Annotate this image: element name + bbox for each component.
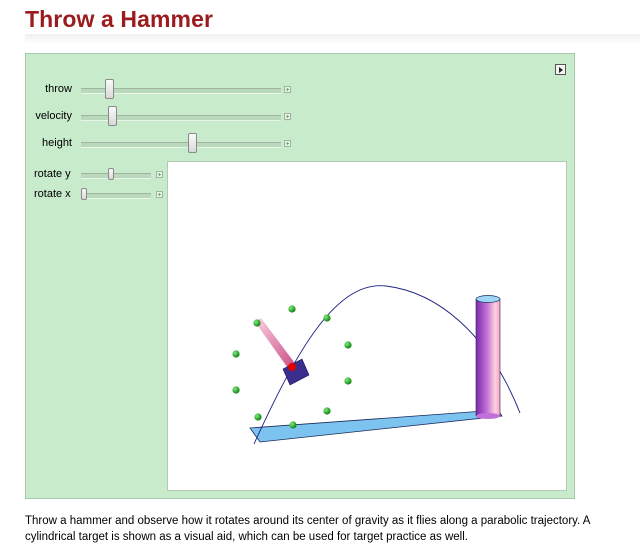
- demonstration-panel: throw velocity height rotate y rotate x: [25, 53, 575, 499]
- height-plus-icon[interactable]: [284, 140, 291, 147]
- title-divider: [25, 34, 640, 44]
- height-slider-track[interactable]: [81, 142, 281, 148]
- hammer: [255, 318, 310, 386]
- description-text: Throw a hammer and observe how it rotate…: [25, 515, 590, 543]
- ground-plane: [249, 409, 503, 443]
- rotate-x-plus-icon[interactable]: [156, 191, 163, 198]
- marker-point: [323, 407, 331, 415]
- marker-point: [232, 386, 240, 394]
- marker-point: [289, 421, 297, 429]
- marker-point: [323, 314, 331, 322]
- rotate-y-plus-icon[interactable]: [156, 171, 163, 178]
- marker-point: [232, 350, 240, 358]
- velocity-plus-icon[interactable]: [284, 113, 291, 120]
- marker-point: [344, 341, 352, 349]
- 3d-viewport[interactable]: [167, 161, 567, 491]
- marker-point: [254, 413, 262, 421]
- throw-plus-icon[interactable]: [284, 86, 291, 93]
- rotate-x-slider-thumb[interactable]: [81, 188, 87, 200]
- height-slider-thumb[interactable]: [188, 133, 197, 153]
- marker-point: [344, 377, 352, 385]
- play-icon[interactable]: [555, 64, 566, 75]
- scene-graphic: [232, 285, 521, 445]
- rotate-x-slider-track[interactable]: [81, 193, 151, 199]
- velocity-slider-thumb[interactable]: [108, 106, 117, 126]
- marker-point: [253, 319, 261, 327]
- throw-label: throw: [45, 83, 72, 95]
- center-of-gravity: [288, 363, 296, 371]
- marker-point: [288, 305, 296, 313]
- page-title: Throw a Hammer: [25, 6, 214, 32]
- rotate-y-slider-thumb[interactable]: [108, 168, 114, 180]
- height-label: height: [42, 137, 72, 149]
- target-cylinder: [475, 295, 501, 419]
- throw-slider-thumb[interactable]: [105, 79, 114, 99]
- velocity-label: velocity: [35, 110, 72, 122]
- hammer-handle: [255, 318, 297, 371]
- rotate-y-slider-track[interactable]: [81, 173, 151, 179]
